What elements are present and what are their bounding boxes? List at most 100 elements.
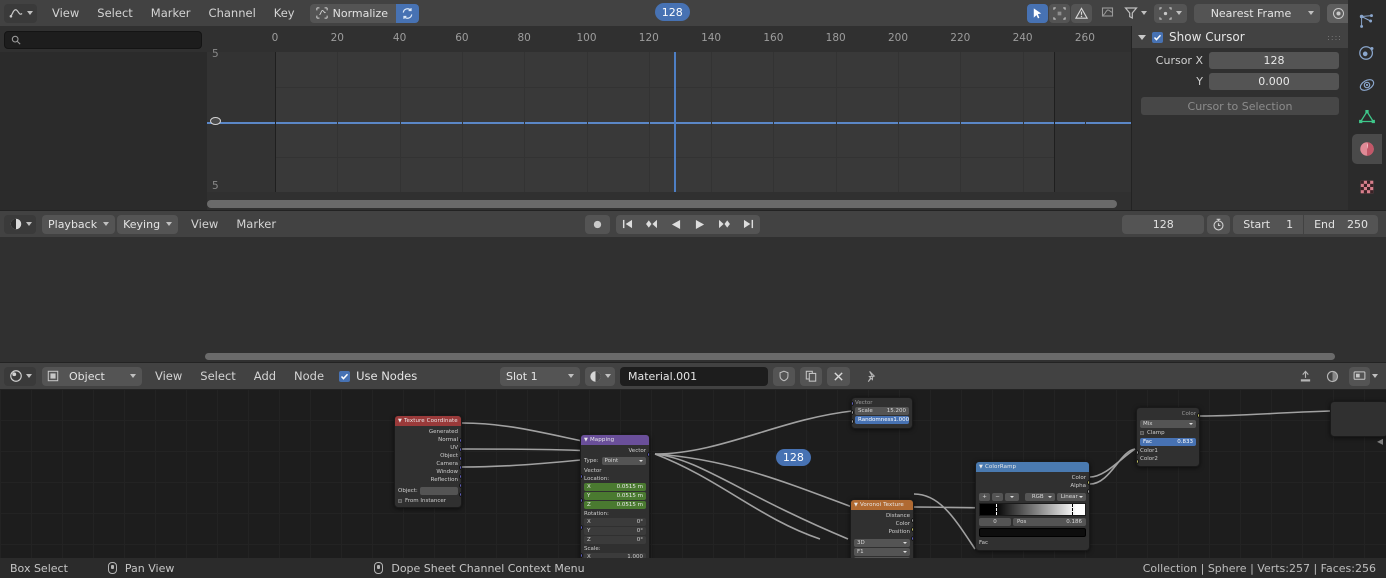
shield-icon[interactable]: [773, 366, 795, 386]
node-voronoi-texture[interactable]: ▼ Voronoi Texture Distance Color Positio…: [850, 499, 914, 558]
mapping-type-dropdown[interactable]: Point: [601, 457, 646, 465]
mapping-output-vector[interactable]: Vector: [584, 447, 646, 455]
socket-camera[interactable]: Camera: [398, 460, 458, 468]
socket-object[interactable]: Object: [398, 452, 458, 460]
end-frame-field[interactable]: End 250: [1304, 214, 1378, 234]
mix-clamp-checkbox[interactable]: [1140, 431, 1144, 435]
node-header-voronoi[interactable]: ▼ Voronoi Texture: [851, 500, 913, 510]
plus-icon[interactable]: +: [979, 493, 990, 501]
ramp-color-swatch[interactable]: [979, 528, 1086, 537]
graph-frame-badge[interactable]: 128: [654, 3, 690, 21]
socket-dot-object[interactable]: [459, 465, 461, 470]
current-frame-field[interactable]: 128: [1122, 214, 1205, 234]
ramp-color-mode-dropdown[interactable]: RGB: [1025, 493, 1055, 501]
dope-horizontal-scrollbar[interactable]: [205, 353, 1335, 360]
pivot-icon[interactable]: [1327, 3, 1350, 23]
socket-uv[interactable]: UV: [398, 444, 458, 452]
cursor-y-field[interactable]: 0.000: [1209, 73, 1339, 90]
pin-icon[interactable]: [859, 367, 884, 386]
voronoi-out-position[interactable]: Position: [854, 528, 910, 536]
socket-dot-camera[interactable]: [459, 474, 461, 479]
node-texture-coordinate[interactable]: ▼ Texture Coordinate Generated Normal UV…: [394, 415, 462, 508]
cursor-to-selection-button[interactable]: Cursor to Selection: [1141, 97, 1339, 115]
mapping-location-x[interactable]: X 0.0515 m: [584, 483, 646, 491]
socket-dot-window[interactable]: [459, 483, 461, 488]
node-noise-texture[interactable]: Vector Scale 15.200 Randomness 1.000: [851, 397, 913, 429]
menu-add-node[interactable]: Add: [245, 366, 285, 386]
mapping-rotation-z[interactable]: Z 0°: [584, 536, 646, 544]
box-select-icon[interactable]: [1049, 3, 1070, 23]
noise-scale-field[interactable]: Scale 15.200: [855, 407, 909, 415]
jump-end-icon[interactable]: [737, 214, 760, 234]
node-mapping[interactable]: ▼ Mapping Vector Type: Point Vector Loca…: [580, 434, 650, 558]
duplicate-icon[interactable]: [800, 366, 822, 386]
mapping-location-z[interactable]: Z 0.0515 m: [584, 501, 646, 509]
jump-start-icon[interactable]: [616, 214, 639, 234]
menu-marker-timeline[interactable]: Marker: [227, 214, 285, 234]
play-reverse-icon[interactable]: [664, 214, 688, 234]
menu-select[interactable]: Select: [88, 3, 141, 23]
ramp-stop-0[interactable]: [995, 504, 997, 515]
mapping-location-y[interactable]: Y 0.0515 m: [584, 492, 646, 500]
show-cursor-checkbox[interactable]: [1152, 31, 1163, 43]
node-color-ramp[interactable]: ▼ ColorRamp Color Alpha + − RGB Linear 0…: [975, 461, 1090, 551]
mapping-input-vector[interactable]: Vector: [584, 467, 646, 475]
mapping-rotation-y[interactable]: Y 0°: [584, 527, 646, 535]
shader-type-dropdown[interactable]: Object: [42, 366, 142, 386]
start-frame-field[interactable]: Start 1: [1233, 214, 1304, 234]
node-mix[interactable]: Color Mix Clamp Fac 0.833 Color1 Color2: [1136, 407, 1200, 467]
proportional-edit-button[interactable]: [1154, 3, 1187, 23]
ramp-stop-1[interactable]: [1072, 504, 1074, 515]
socket-dot-voronoi-position[interactable]: [911, 536, 913, 541]
noise-randomness-field[interactable]: Randomness 1.000: [855, 416, 909, 424]
filter-icon[interactable]: [1120, 4, 1140, 23]
ramp-menu-icon[interactable]: [1005, 493, 1019, 501]
snap-mode-dropdown[interactable]: Nearest Frame: [1194, 3, 1320, 23]
keying-dropdown[interactable]: Keying: [117, 214, 179, 234]
socket-generated[interactable]: Generated: [398, 428, 458, 436]
graph-channel-list[interactable]: [0, 52, 207, 210]
socket-normal[interactable]: Normal: [398, 436, 458, 444]
graph-playhead[interactable]: [673, 52, 676, 192]
menu-channel[interactable]: Channel: [200, 3, 265, 23]
ramp-pos-field[interactable]: Pos 0.186: [1013, 518, 1086, 526]
play-icon[interactable]: [688, 214, 712, 234]
menu-marker[interactable]: Marker: [142, 3, 200, 23]
overlay-icon[interactable]: [1322, 367, 1343, 386]
graph-channel-search[interactable]: [4, 31, 202, 49]
node-canvas[interactable]: ▼ Texture Coordinate Generated Normal UV…: [0, 389, 1386, 558]
tool-tab-icon[interactable]: [1352, 6, 1382, 36]
next-keyframe-icon[interactable]: [712, 214, 737, 234]
panel-grip-icon[interactable]: ::::: [1327, 33, 1342, 42]
menu-view-node[interactable]: View: [146, 366, 191, 386]
socket-dot-normal[interactable]: [459, 447, 461, 452]
use-nodes-toggle[interactable]: Use Nodes: [339, 369, 417, 383]
menu-node[interactable]: Node: [285, 366, 333, 386]
node-header-mapping[interactable]: ▼ Mapping: [581, 435, 649, 445]
chevron-down-icon[interactable]: [1372, 374, 1378, 378]
auto-normalize-button[interactable]: [396, 3, 420, 23]
menu-view[interactable]: View: [43, 3, 88, 23]
node-header-color-ramp[interactable]: ▼ ColorRamp: [976, 462, 1089, 472]
node-sidebar-toggle[interactable]: ◂: [1377, 434, 1383, 448]
error-icon[interactable]: [1071, 3, 1092, 23]
node-output-partial[interactable]: [1330, 401, 1386, 437]
show-cursor-panel-header[interactable]: Show Cursor ::::: [1132, 26, 1348, 48]
color-ramp-gradient[interactable]: [979, 503, 1086, 516]
proportional-dropdown-icon[interactable]: [1176, 11, 1182, 15]
socket-dot-voronoi-distance[interactable]: [911, 518, 913, 523]
from-instancer-checkbox[interactable]: [398, 499, 402, 503]
dope-editor-type-selector[interactable]: [4, 214, 36, 234]
socket-window[interactable]: Window: [398, 468, 458, 476]
socket-reflection[interactable]: Reflection: [398, 476, 458, 484]
menu-select-node[interactable]: Select: [191, 366, 244, 386]
object-field[interactable]: [419, 487, 458, 495]
minus-icon[interactable]: −: [992, 493, 1003, 501]
material-tab-icon[interactable]: [1352, 134, 1382, 164]
socket-dot-reflection[interactable]: [459, 492, 461, 497]
menu-key[interactable]: Key: [265, 3, 304, 23]
socket-dot-ramp-alpha[interactable]: [1087, 489, 1089, 494]
overlay-dropdown-icon[interactable]: [1349, 366, 1370, 386]
socket-dot-uv[interactable]: [459, 456, 461, 461]
node-header-texture-coordinate[interactable]: ▼ Texture Coordinate: [395, 416, 461, 426]
